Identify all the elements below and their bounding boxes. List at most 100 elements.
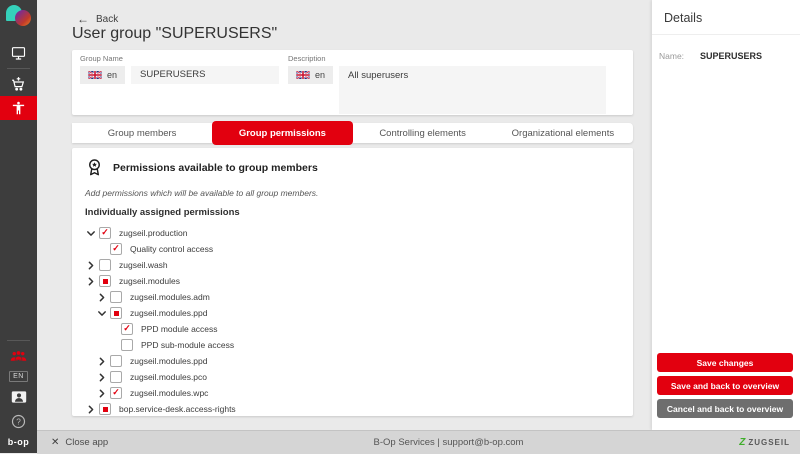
permission-tree-row: ✓ zugseil.modules.ppd bbox=[72, 305, 633, 321]
medal-icon bbox=[85, 158, 104, 177]
permission-label: PPD sub-module access bbox=[141, 340, 234, 350]
permissions-hint: Add permissions which will be available … bbox=[85, 188, 620, 198]
permission-tree-row: ✓ zugseil.modules bbox=[72, 273, 633, 289]
permissions-tree: ✓ zugseil.production ✓ Quality control acce… bbox=[72, 225, 633, 417]
app-sidebar: EN ? b-op bbox=[0, 0, 37, 453]
permission-label: zugseil.modules.ppd bbox=[130, 356, 208, 366]
permissions-subtitle: Individually assigned permissions bbox=[85, 207, 620, 218]
details-name-value: SUPERUSERS bbox=[700, 51, 762, 61]
tab-group-members[interactable]: Group members bbox=[72, 123, 212, 143]
group-form-card: Group Name en SUPERUSERS Description bbox=[72, 50, 633, 115]
permissions-title: Permissions available to group members bbox=[113, 162, 318, 174]
description-input[interactable]: All superusers bbox=[339, 66, 606, 114]
chevron-right-icon[interactable] bbox=[96, 372, 108, 382]
app-logo-icon[interactable] bbox=[6, 5, 32, 29]
permission-label: Quality control access bbox=[130, 244, 213, 254]
tab-organizational-elements[interactable]: Organizational elements bbox=[493, 123, 633, 143]
permission-tree-row: ✓ PPD sub-module access bbox=[72, 337, 633, 353]
sidebar-divider bbox=[7, 340, 30, 341]
permission-label: zugseil.wash bbox=[119, 260, 168, 270]
checkbox-checked[interactable]: ✓ bbox=[99, 227, 111, 239]
contact-card-icon[interactable] bbox=[0, 385, 37, 409]
save-and-back-button[interactable]: Save and back to overview bbox=[657, 376, 793, 395]
checkbox-unchecked[interactable]: ✓ bbox=[110, 355, 122, 367]
details-title: Details bbox=[652, 0, 800, 35]
permission-tree-row: ✓ PPD module access bbox=[72, 321, 633, 337]
chevron-right-icon[interactable] bbox=[96, 388, 108, 398]
checkbox-indeterminate[interactable]: ✓ bbox=[99, 275, 111, 287]
help-icon[interactable]: ? bbox=[0, 409, 37, 433]
back-button[interactable]: ← Back bbox=[77, 12, 118, 26]
permission-label: zugseil.modules.wpc bbox=[130, 388, 208, 398]
permission-tree-row: ✓ zugseil.modules.ppd bbox=[72, 353, 633, 369]
checkbox-indeterminate[interactable]: ✓ bbox=[99, 403, 111, 415]
details-panel: Details Name: SUPERUSERS Save changes Sa… bbox=[652, 0, 800, 430]
footer-bar: ✕ Close app B-Op Services | support@b-op… bbox=[37, 430, 800, 454]
chevron-right-icon[interactable] bbox=[85, 260, 97, 270]
permission-label: zugseil.modules.adm bbox=[130, 292, 210, 302]
svg-text:?: ? bbox=[16, 417, 21, 426]
checkbox-checked[interactable]: ✓ bbox=[121, 323, 133, 335]
tab-group-permissions[interactable]: Group permissions bbox=[212, 121, 352, 145]
group-name-language-chip[interactable]: en bbox=[80, 66, 125, 84]
user-group-red-icon[interactable] bbox=[0, 344, 37, 368]
details-name-label: Name: bbox=[659, 51, 700, 61]
uk-flag-icon bbox=[88, 71, 102, 79]
permission-tree-row: ✓ zugseil.modules.wpc bbox=[72, 385, 633, 401]
checkbox-unchecked[interactable]: ✓ bbox=[110, 291, 122, 303]
zugseil-logo: Z ZUGSEIL bbox=[739, 437, 790, 448]
checkbox-unchecked[interactable]: ✓ bbox=[110, 371, 122, 383]
permission-tree-row: ✓ zugseil.modules.adm bbox=[72, 289, 633, 305]
cancel-and-back-button[interactable]: Cancel and back to overview bbox=[657, 399, 793, 418]
sidebar-divider bbox=[7, 68, 30, 69]
checkbox-checked[interactable]: ✓ bbox=[110, 387, 122, 399]
group-name-label: Group Name bbox=[80, 54, 279, 63]
group-name-lang-code: en bbox=[107, 70, 117, 80]
permission-tree-row: ✓ zugseil.modules.pco bbox=[72, 369, 633, 385]
zugseil-z-icon: Z bbox=[739, 437, 745, 448]
back-arrow-icon: ← bbox=[77, 12, 89, 26]
chevron-right-icon[interactable] bbox=[96, 356, 108, 366]
close-app-button[interactable]: ✕ Close app bbox=[51, 437, 108, 448]
chevron-right-icon[interactable] bbox=[85, 404, 97, 414]
permission-tree-row: ✓ zugseil.production bbox=[72, 225, 633, 241]
permission-tree-row: ✓ bop.service-desk.access-rights bbox=[72, 401, 633, 417]
cart-plus-icon[interactable] bbox=[0, 72, 37, 96]
uk-flag-icon bbox=[296, 71, 310, 79]
permission-tree-row: ✓ zugseil.wash bbox=[72, 257, 633, 273]
tab-controlling-elements[interactable]: Controlling elements bbox=[353, 123, 493, 143]
support-text: B-Op Services | support@b-op.com bbox=[374, 437, 524, 448]
close-icon: ✕ bbox=[51, 437, 59, 448]
monitor-icon[interactable] bbox=[0, 41, 37, 65]
permission-label: zugseil.modules.ppd bbox=[130, 308, 208, 318]
group-name-input[interactable]: SUPERUSERS bbox=[131, 66, 279, 84]
checkbox-unchecked[interactable]: ✓ bbox=[121, 339, 133, 351]
page-title: User group "SUPERUSERS" bbox=[72, 25, 277, 43]
sidebar-item-users-active[interactable] bbox=[0, 96, 37, 120]
bop-logo: b-op bbox=[8, 437, 30, 447]
description-lang-code: en bbox=[315, 70, 325, 80]
checkbox-indeterminate[interactable]: ✓ bbox=[110, 307, 122, 319]
chevron-down-icon[interactable] bbox=[85, 228, 97, 238]
save-changes-button[interactable]: Save changes bbox=[657, 353, 793, 372]
chevron-right-icon[interactable] bbox=[96, 292, 108, 302]
main-content: ← Back User group "SUPERUSERS" Group Nam… bbox=[37, 0, 652, 430]
permissions-card: Permissions available to group members A… bbox=[72, 148, 633, 416]
chevron-right-icon[interactable] bbox=[85, 276, 97, 286]
back-label: Back bbox=[96, 14, 118, 25]
permission-label: zugseil.modules bbox=[119, 276, 180, 286]
checkbox-unchecked[interactable]: ✓ bbox=[99, 259, 111, 271]
description-language-chip[interactable]: en bbox=[288, 66, 333, 84]
description-label: Description bbox=[288, 54, 606, 63]
language-selector[interactable]: EN bbox=[9, 371, 28, 382]
permission-tree-row: ✓ Quality control access bbox=[72, 241, 633, 257]
chevron-down-icon[interactable] bbox=[96, 308, 108, 318]
permission-label: zugseil.production bbox=[119, 228, 188, 238]
checkbox-checked[interactable]: ✓ bbox=[110, 243, 122, 255]
permission-label: bop.service-desk.access-rights bbox=[119, 404, 236, 414]
close-app-label: Close app bbox=[65, 437, 108, 448]
zugseil-logo-text: ZUGSEIL bbox=[748, 438, 790, 447]
permission-label: PPD module access bbox=[141, 324, 218, 334]
tab-strip: Group membersGroup permissionsControllin… bbox=[72, 123, 633, 143]
permission-label: zugseil.modules.pco bbox=[130, 372, 207, 382]
